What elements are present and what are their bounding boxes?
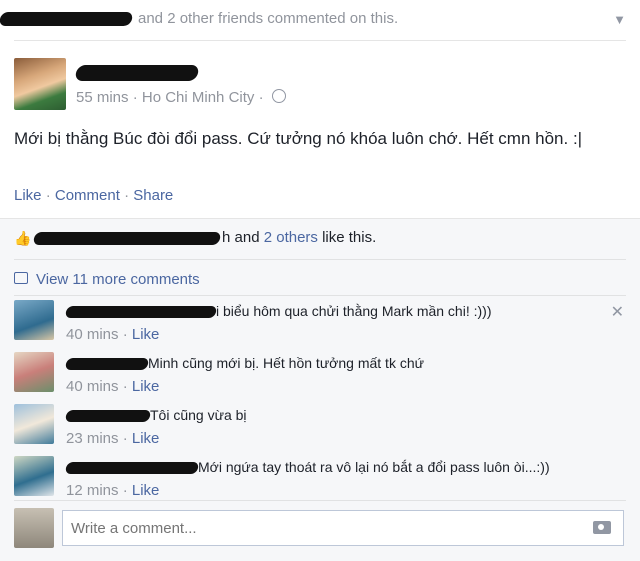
comment-meta: 12 mins · Like: [66, 482, 159, 499]
meta-separator-2: ·: [254, 89, 268, 106]
meta-separator: ·: [118, 430, 132, 447]
author-name[interactable]: [74, 64, 200, 82]
comment-meta: 40 mins · Like: [66, 326, 159, 343]
globe-icon[interactable]: [271, 89, 286, 103]
redacted-friend-name: [0, 12, 134, 26]
like-button[interactable]: Like: [14, 187, 42, 204]
view-more-label[interactable]: View 11 more comments: [36, 271, 200, 288]
close-icon[interactable]: ✕: [611, 302, 624, 322]
comment-like-button[interactable]: Like: [132, 482, 160, 499]
likes-suffix: like this.: [322, 229, 377, 246]
author-avatar[interactable]: [14, 58, 66, 110]
comment-input[interactable]: [63, 511, 579, 545]
comment-time[interactable]: 40 mins: [66, 378, 119, 395]
likes-tail: h and: [222, 229, 260, 246]
redacted-commenter-name: [64, 462, 200, 475]
comment-bubble-icon: [14, 272, 28, 284]
commenter-avatar[interactable]: [14, 352, 54, 392]
divider: [14, 259, 626, 260]
comment-body: Tôi cũng vừa bị: [64, 406, 606, 424]
comment-text: i biểu hôm qua chửi thằng Mark mần chi! …: [216, 303, 492, 319]
redacted-likers: [32, 231, 222, 245]
comment-body: Minh cũng mới bị. Hết hồn tưởng mất tk c…: [64, 354, 606, 372]
comment-button[interactable]: Comment: [55, 187, 120, 204]
meta-separator: ·: [118, 378, 132, 395]
comment-meta: 40 mins · Like: [66, 378, 159, 395]
comment-like-button[interactable]: Like: [132, 378, 160, 395]
comment-like-button[interactable]: Like: [132, 326, 160, 343]
story-header-text: and 2 other friends commented on this.: [138, 10, 399, 27]
comment-meta: 23 mins · Like: [66, 430, 159, 447]
story-card: and 2 other friends commented on this. ▼…: [0, 0, 640, 561]
comment-text: Minh cũng mới bị. Hết hồn tưởng mất tk c…: [148, 355, 424, 371]
commenter-avatar[interactable]: [14, 300, 54, 340]
redacted-commenter-name: [64, 358, 150, 371]
comment-text: Mới ngứa tay thoát ra vô lại nó bắt a đổ…: [198, 459, 550, 475]
redacted-commenter-name: [64, 410, 152, 423]
action-separator: ·: [41, 187, 55, 204]
chevron-down-icon[interactable]: ▼: [613, 12, 626, 27]
comment-text: Tôi cũng vừa bị: [150, 407, 247, 423]
meta-separator: ·: [118, 326, 132, 343]
avatar: [14, 58, 66, 110]
comment-item: Minh cũng mới bị. Hết hồn tưởng mất tk c…: [14, 352, 626, 400]
post-actions: Like · Comment · Share: [14, 187, 173, 204]
comment-body: i biểu hôm qua chửi thằng Mark mần chi! …: [64, 302, 606, 320]
likes-summary: 👍 h and 2 others like this.: [14, 229, 376, 246]
meta-separator: ·: [118, 482, 132, 499]
comment-item: i biểu hôm qua chửi thằng Mark mần chi! …: [14, 300, 626, 348]
comment-body: Mới ngứa tay thoát ra vô lại nó bắt a đổ…: [64, 458, 606, 476]
post-text: Mới bị thằng Búc đòi đổi pass. Cứ tưởng …: [14, 129, 583, 148]
likes-others-link[interactable]: 2 others: [264, 229, 318, 246]
post-meta: 55 mins · Ho Chi Minh City ·: [76, 89, 286, 106]
divider: [14, 40, 626, 41]
post-location[interactable]: Ho Chi Minh City: [142, 89, 255, 106]
view-more-comments[interactable]: View 11 more comments: [14, 271, 200, 288]
thumbs-up-icon: 👍: [14, 230, 32, 246]
comment-composer[interactable]: [62, 510, 624, 546]
commenter-avatar[interactable]: [14, 404, 54, 444]
comment-item: Tôi cũng vừa bị 23 mins · Like: [14, 404, 626, 452]
divider: [14, 500, 626, 501]
share-button[interactable]: Share: [133, 187, 173, 204]
post-time[interactable]: 55 mins: [76, 89, 129, 106]
camera-icon[interactable]: [593, 521, 611, 534]
redacted-commenter-name: [64, 306, 218, 319]
redacted-author-name: [74, 65, 200, 82]
comment-item: Mới ngứa tay thoát ra vô lại nó bắt a đổ…: [14, 456, 626, 504]
story-header: and 2 other friends commented on this. ▼: [0, 0, 640, 38]
comment-time[interactable]: 23 mins: [66, 430, 119, 447]
comment-time[interactable]: 40 mins: [66, 326, 119, 343]
action-separator-2: ·: [119, 187, 134, 204]
meta-separator: ·: [128, 89, 142, 106]
viewer-avatar: [14, 508, 54, 548]
comment-time[interactable]: 12 mins: [66, 482, 119, 499]
divider: [14, 295, 626, 296]
commenter-avatar[interactable]: [14, 456, 54, 496]
comment-like-button[interactable]: Like: [132, 430, 160, 447]
